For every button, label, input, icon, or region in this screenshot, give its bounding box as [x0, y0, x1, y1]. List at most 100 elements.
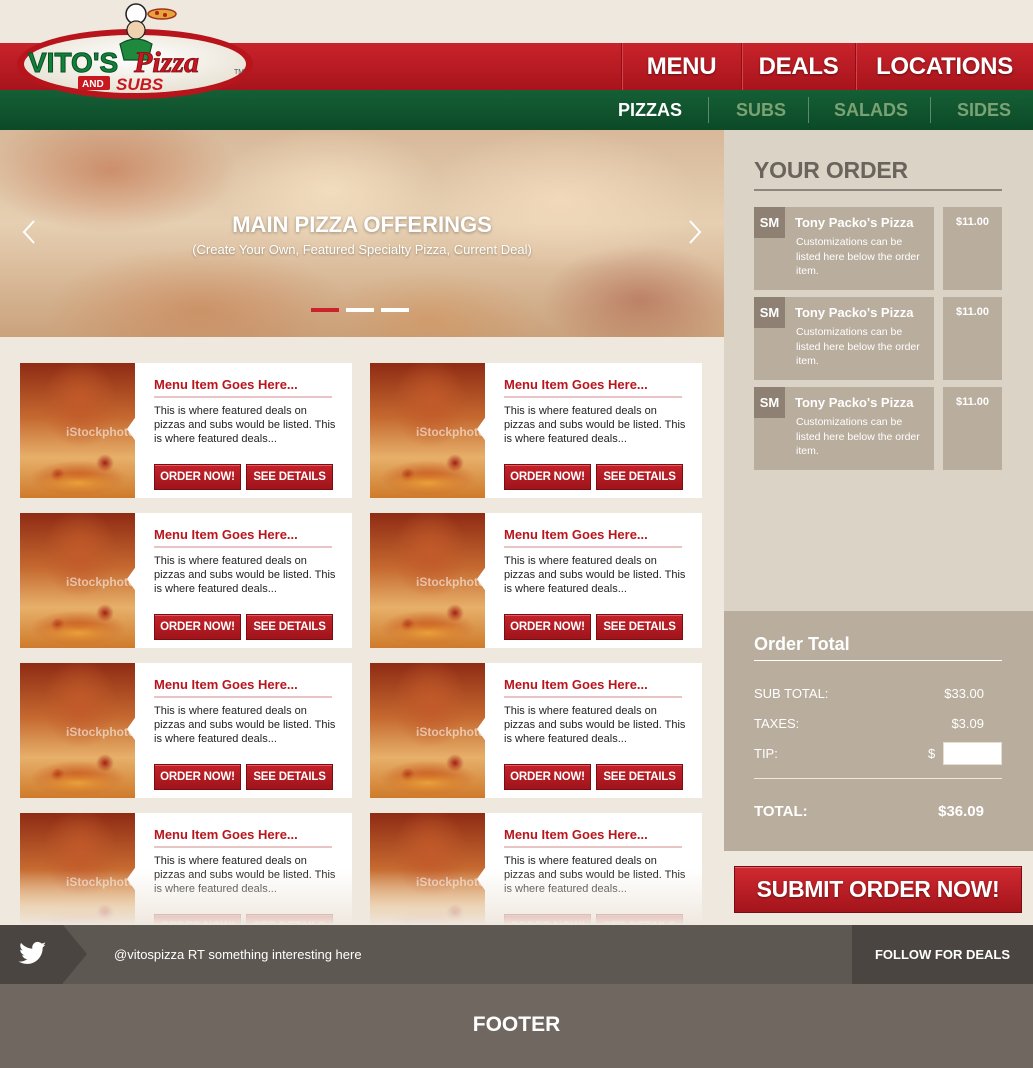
menu-item-description: This is where featured deals on pizzas a…: [154, 405, 336, 445]
subnav-divider: [808, 97, 809, 123]
twitter-icon-box[interactable]: [0, 925, 63, 984]
order-now-button[interactable]: ORDER NOW!: [154, 464, 241, 490]
svg-text:VITO'S: VITO'S: [28, 47, 118, 78]
order-item-name: Tony Packo's Pizza: [795, 395, 914, 410]
see-details-label: SEE DETAILS: [603, 621, 676, 633]
order-now-button[interactable]: ORDER NOW!: [504, 614, 591, 640]
svg-text:AND: AND: [82, 79, 104, 90]
subnav-pizzas-label: PIZZAS: [617, 99, 682, 120]
submit-order-button[interactable]: SUBMIT ORDER NOW!: [734, 866, 1022, 913]
stock-watermark: iStockphoto: [66, 725, 136, 739]
menu-item-description: This is where featured deals on pizzas a…: [154, 705, 336, 745]
order-now-button[interactable]: ORDER NOW!: [154, 764, 241, 790]
divider: [504, 546, 682, 548]
order-item-price-box: $11.00: [943, 297, 1002, 380]
svg-text:SUBS: SUBS: [116, 75, 164, 94]
order-item-price: $11.00: [955, 306, 990, 318]
divider: [154, 846, 332, 848]
tip-currency: $: [928, 746, 936, 761]
menu-item-title: Menu Item Goes Here...: [504, 827, 648, 842]
order-item-name: Tony Packo's Pizza: [795, 215, 914, 230]
order-total-title: Order Total: [754, 634, 850, 654]
carousel-dot-1[interactable]: [311, 308, 339, 312]
submit-order-label: SUBMIT ORDER NOW!: [756, 876, 1000, 902]
svg-text:TM: TM: [234, 69, 244, 76]
footer-text: FOOTER: [472, 1013, 561, 1036]
order-now-button[interactable]: ORDER NOW!: [504, 464, 591, 490]
tip-input[interactable]: [943, 742, 1002, 765]
menu-item-title: Menu Item Goes Here...: [504, 377, 648, 392]
menu-item-card[interactable]: iStockphoto Menu Item Goes Here... This is…: [370, 363, 702, 498]
menu-item-card[interactable]: iStockphoto Menu Item Goes Here... This is…: [20, 513, 352, 648]
twitter-icon-pointer: [63, 925, 87, 983]
menu-item-card[interactable]: iStockphoto Menu Item Goes Here... This is…: [20, 363, 352, 498]
order-item-note: Customizations can be listed here below …: [796, 326, 920, 367]
see-details-button[interactable]: SEE DETAILS: [246, 614, 333, 640]
hero-title: MAIN PIZZA OFFERINGS: [232, 212, 492, 237]
vitos-pizza-logo[interactable]: VITO'S Pizza AND SUBS TM: [16, 0, 256, 104]
subnav-salads[interactable]: SALADS: [818, 90, 924, 130]
divider: [504, 696, 682, 698]
menu-item-description: This is where featured deals on pizzas a…: [154, 555, 336, 595]
image-notch: [127, 415, 137, 443]
order-now-button[interactable]: ORDER NOW!: [154, 614, 241, 640]
hero-carousel[interactable]: MAIN PIZZA OFFERINGS (Create Your Own, F…: [0, 130, 724, 337]
order-item[interactable]: SM Tony Packo's Pizza Customizations can…: [754, 207, 934, 290]
image-notch: [127, 715, 137, 743]
order-now-label: ORDER NOW!: [160, 771, 235, 783]
menu-item-card[interactable]: iStockphoto Menu Item Goes Here... This is…: [20, 663, 352, 798]
see-details-button[interactable]: SEE DETAILS: [246, 464, 333, 490]
order-now-button[interactable]: ORDER NOW!: [504, 764, 591, 790]
menu-item-description: This is where featured deals on pizzas a…: [504, 705, 686, 745]
menu-item-title: Menu Item Goes Here...: [154, 377, 298, 392]
hero-subtitle: (Create Your Own, Featured Specialty Piz…: [192, 242, 532, 257]
nav-deals[interactable]: DEALS: [741, 43, 855, 90]
order-item-size: SM: [754, 207, 785, 238]
carousel-next-icon[interactable]: [682, 218, 706, 246]
divider: [154, 396, 332, 398]
order-item-size: SM: [754, 297, 785, 328]
divider: [504, 846, 682, 848]
menu-item-title: Menu Item Goes Here...: [504, 527, 648, 542]
taxes-value: $3.09: [951, 716, 984, 731]
total-label: TOTAL:: [754, 803, 808, 820]
order-now-label: ORDER NOW!: [510, 771, 585, 783]
menu-item-title: Menu Item Goes Here...: [504, 677, 648, 692]
order-item[interactable]: SM Tony Packo's Pizza Customizations can…: [754, 387, 934, 470]
nav-menu[interactable]: MENU: [621, 43, 741, 90]
taxes-label: TAXES:: [754, 716, 800, 731]
subnav-salads-label: SALADS: [833, 99, 908, 120]
stock-watermark: iStockphoto: [416, 425, 486, 439]
menu-grid-fade: [0, 870, 724, 925]
carousel-dot-2[interactable]: [346, 308, 374, 312]
twitter-bird-icon: [18, 941, 46, 964]
order-item-price-box: $11.00: [943, 207, 1002, 290]
see-details-label: SEE DETAILS: [253, 771, 326, 783]
image-notch: [477, 415, 487, 443]
subnav-pizzas[interactable]: PIZZAS: [600, 90, 700, 130]
carousel-prev-icon[interactable]: [18, 218, 42, 246]
see-details-button[interactable]: SEE DETAILS: [596, 464, 683, 490]
nav-deals-label: DEALS: [758, 52, 839, 80]
order-now-label: ORDER NOW!: [510, 471, 585, 483]
see-details-label: SEE DETAILS: [253, 471, 326, 483]
subtotal-label: SUB TOTAL:: [754, 686, 829, 701]
see-details-button[interactable]: SEE DETAILS: [596, 614, 683, 640]
image-notch: [127, 565, 137, 593]
stock-watermark: iStockphoto: [66, 425, 136, 439]
image-notch: [477, 565, 487, 593]
divider: [754, 660, 1002, 661]
follow-for-deals-button[interactable]: FOLLOW FOR DEALS: [852, 925, 1033, 984]
order-item-price-box: $11.00: [943, 387, 1002, 470]
image-notch: [477, 715, 487, 743]
menu-item-card[interactable]: iStockphoto Menu Item Goes Here... This is…: [370, 513, 702, 648]
nav-locations[interactable]: LOCATIONS: [855, 43, 1033, 90]
see-details-button[interactable]: SEE DETAILS: [246, 764, 333, 790]
order-item-price: $11.00: [955, 396, 990, 408]
carousel-dot-3[interactable]: [381, 308, 409, 312]
menu-item-card[interactable]: iStockphoto Menu Item Goes Here... This is…: [370, 663, 702, 798]
order-item[interactable]: SM Tony Packo's Pizza Customizations can…: [754, 297, 934, 380]
subnav-subs[interactable]: SUBS: [716, 90, 806, 130]
see-details-button[interactable]: SEE DETAILS: [596, 764, 683, 790]
subnav-sides[interactable]: SIDES: [940, 90, 1028, 130]
